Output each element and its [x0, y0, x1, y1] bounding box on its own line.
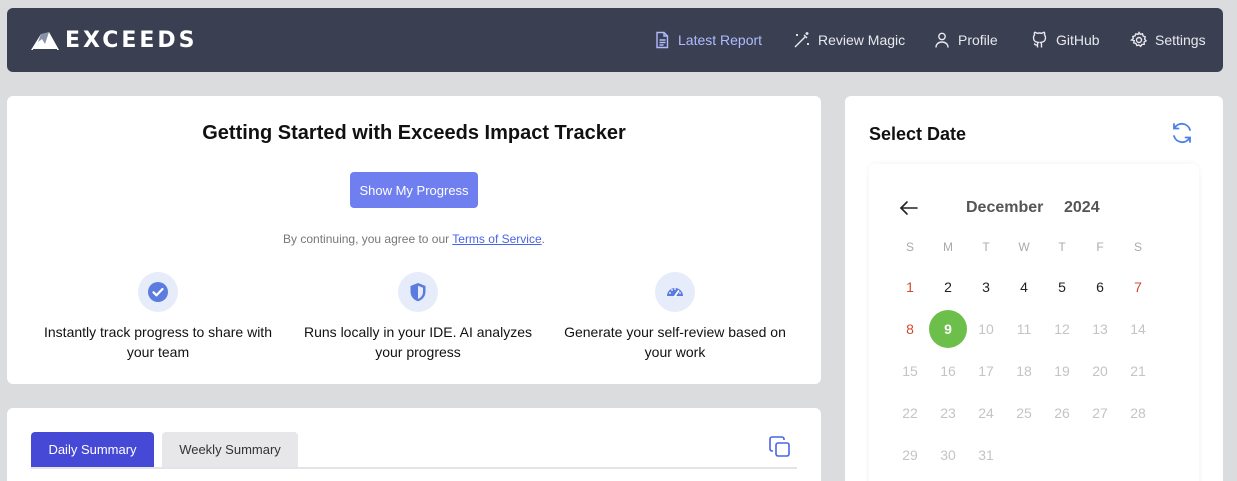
calendar-year[interactable]: 2024	[1064, 199, 1100, 217]
calendar-day[interactable]: 25	[1005, 394, 1043, 432]
feature-track-progress: Instantly track progress to share with y…	[33, 272, 283, 362]
calendar-day[interactable]: 16	[929, 352, 967, 390]
nav-review-magic-label: Review Magic	[818, 32, 906, 48]
feature-icon-badge	[138, 272, 178, 312]
nav-profile[interactable]: Profile	[933, 31, 998, 49]
getting-started-title: Getting Started with Exceeds Impact Trac…	[202, 122, 626, 144]
calendar-day[interactable]: 18	[1005, 352, 1043, 390]
calendar-day[interactable]: 28	[1119, 394, 1157, 432]
calendar-day[interactable]: 14	[1119, 310, 1157, 348]
nav-review-magic[interactable]: Review Magic	[793, 31, 905, 49]
calendar-day[interactable]: 15	[891, 352, 929, 390]
calendar-day[interactable]: 12	[1043, 310, 1081, 348]
calendar-day[interactable]: 4	[1005, 268, 1043, 306]
terms-notice: By continuing, you agree to our Terms of…	[7, 232, 821, 246]
magic-wand-icon	[794, 32, 809, 48]
select-date-title: Select Date	[869, 124, 967, 144]
summary-card: Daily Summary Weekly Summary	[7, 408, 821, 481]
calendar-day[interactable]: 7	[1119, 268, 1157, 306]
calendar-day[interactable]: 31	[967, 436, 1005, 474]
app-name: EXCEEDS	[65, 27, 198, 53]
weekday-label: F	[1096, 240, 1104, 254]
calendar-day[interactable]: 17	[967, 352, 1005, 390]
feature-icon-badge	[655, 272, 695, 312]
nav-settings[interactable]: Settings	[1130, 31, 1206, 49]
calendar-day[interactable]: 19	[1043, 352, 1081, 390]
nav-latest-report[interactable]: Latest Report	[653, 31, 762, 49]
weekday-label: S	[905, 240, 914, 254]
app-logo[interactable]: EXCEEDS	[29, 26, 198, 54]
weekday-label: T	[1058, 240, 1066, 254]
calendar-day[interactable]: 23	[929, 394, 967, 432]
calendar-day[interactable]: 3	[967, 268, 1005, 306]
weekday-label: W	[1018, 240, 1030, 254]
nav-latest-report-label: Latest Report	[678, 32, 763, 48]
calendar-day[interactable]: 26	[1043, 394, 1081, 432]
calendar-day[interactable]: 6	[1081, 268, 1119, 306]
arrow-left-icon[interactable]	[897, 196, 921, 220]
calendar-day[interactable]: 22	[891, 394, 929, 432]
nav-github[interactable]: GitHub	[1031, 31, 1100, 49]
tab-underline	[31, 467, 797, 469]
calendar-day[interactable]: 13	[1081, 310, 1119, 348]
terms-prefix: By continuing, you agree to our	[283, 232, 453, 246]
refresh-icon[interactable]	[1169, 120, 1195, 146]
feature-icon-badge	[398, 272, 438, 312]
calendar-day[interactable]: 5	[1043, 268, 1081, 306]
shield-icon	[410, 283, 426, 302]
tab-weekly-summary[interactable]: Weekly Summary	[162, 432, 298, 467]
show-my-progress-button[interactable]: Show My Progress	[350, 172, 478, 208]
top-navigation-bar: EXCEEDS Latest Report Review Magic Profi…	[7, 8, 1223, 72]
calendar-day[interactable]: 21	[1119, 352, 1157, 390]
nav-settings-label: Settings	[1155, 32, 1206, 48]
getting-started-card: Getting Started with Exceeds Impact Trac…	[7, 96, 821, 384]
document-icon	[656, 31, 669, 49]
calendar-day[interactable]: 24	[967, 394, 1005, 432]
calendar-month[interactable]: December	[966, 199, 1043, 217]
calendar: December 2024 S M T W T F S 1 2 3 4 5 6 7 8 9 10 11 12 13 14…	[869, 164, 1199, 481]
terms-of-service-link[interactable]: Terms of Service	[452, 232, 541, 246]
calendar-day[interactable]: 27	[1081, 394, 1119, 432]
calendar-day[interactable]: 11	[1005, 310, 1043, 348]
mountain-logo-icon	[31, 32, 59, 51]
user-icon	[935, 32, 949, 48]
nav-github-label: GitHub	[1056, 32, 1100, 48]
nav-profile-label: Profile	[958, 32, 998, 48]
tab-daily-summary[interactable]: Daily Summary	[31, 432, 154, 467]
copy-icon[interactable]	[768, 435, 792, 459]
calendar-day[interactable]: 29	[891, 436, 929, 474]
calendar-day-selected[interactable]: 9	[929, 310, 967, 348]
calendar-day[interactable]: 20	[1081, 352, 1119, 390]
weekday-label: T	[982, 240, 990, 254]
date-picker-card: Select Date December 2024 SMTWTFS1234567…	[845, 96, 1223, 481]
calendar-day[interactable]: 8	[891, 310, 929, 348]
feature-runs-locally: Runs locally in your IDE. AI analyzes yo…	[293, 272, 543, 362]
calendar-day[interactable]: 1	[891, 268, 929, 306]
weekday-label: M	[943, 240, 953, 254]
gear-icon	[1130, 31, 1148, 48]
calendar-day[interactable]: 10	[967, 310, 1005, 348]
check-circle-icon	[148, 282, 168, 302]
weekday-label: S	[1133, 240, 1142, 254]
github-icon	[1032, 31, 1047, 48]
feature-text: Runs locally in your IDE. AI analyzes yo…	[304, 324, 532, 360]
feature-text: Generate your self-review based on your …	[564, 324, 786, 360]
feature-self-review: Generate your self-review based on your …	[550, 272, 800, 362]
speedometer-icon	[667, 288, 683, 297]
terms-suffix: .	[541, 232, 545, 246]
calendar-day[interactable]: 30	[929, 436, 967, 474]
calendar-day[interactable]: 2	[929, 268, 967, 306]
feature-text: Instantly track progress to share with y…	[44, 324, 272, 360]
